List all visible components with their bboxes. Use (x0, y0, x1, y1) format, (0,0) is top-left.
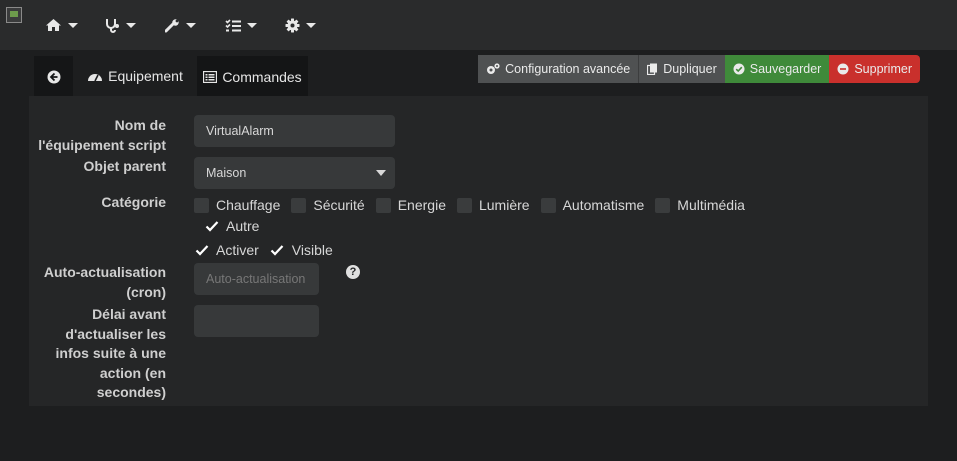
chevron-down-icon (247, 22, 257, 28)
duplicate-button[interactable]: Dupliquer (638, 55, 725, 83)
tab-equipement-label: Equipement (108, 68, 183, 84)
cron-label: Auto-actualisation (cron) (44, 263, 166, 302)
chevron-down-icon (306, 22, 316, 28)
save-button[interactable]: Sauvegarder (724, 55, 830, 83)
visible-checkbox[interactable] (270, 243, 285, 258)
chevron-down-icon (68, 22, 78, 28)
delay-label-line: d'actualiser les (65, 325, 166, 342)
equipment-page: Equipement Commandes Configuration avanc… (29, 53, 928, 406)
parent-label: Objet parent (84, 157, 166, 177)
cron-label-line: Auto-actualisation (43, 264, 166, 280)
category-checkbox-label: Chauffage (216, 197, 281, 213)
tasks-icon (225, 18, 241, 31)
chevron-down-icon (126, 22, 136, 28)
delay-label: Délai avant d'actualiser les infos suite… (56, 305, 166, 403)
wrench-icon (165, 18, 179, 32)
tab-commandes[interactable]: Commandes (197, 56, 308, 97)
category-item: Chauffage (194, 197, 280, 213)
category-checkbox-label: Sécurité (313, 197, 365, 213)
category-checkbox-label: Automatisme (562, 197, 645, 213)
category-item: Multimédia (655, 197, 745, 213)
activer-label: Activer (216, 242, 259, 258)
category-checkbox[interactable] (540, 197, 556, 213)
category-checkbox-row: Autre (204, 218, 270, 234)
list-alt-icon (203, 70, 218, 83)
nav-analysis-menu[interactable] (105, 14, 136, 36)
visible-label: Visible (291, 242, 333, 258)
nav-home-menu[interactable] (45, 14, 78, 36)
category-checkbox-label: Energie (397, 197, 446, 213)
tab-back[interactable] (34, 56, 73, 97)
duplicate-label: Dupliquer (663, 62, 717, 76)
question-circle-icon[interactable]: ? (346, 265, 360, 279)
category-checkbox[interactable] (194, 197, 209, 213)
parent-label-text: Objet parent (83, 158, 166, 174)
category-item: Automatisme (540, 197, 645, 213)
delay-label-line: action (en (99, 364, 166, 381)
check-icon (205, 221, 218, 232)
tab-commandes-label: Commandes (222, 68, 302, 85)
state-checkbox-row: Activer Visible (194, 242, 344, 258)
save-label: Sauvegarder (749, 62, 822, 76)
category-checkbox-label: Lumière (478, 197, 530, 213)
visible-item: Visible (270, 242, 333, 258)
activer-checkbox[interactable] (194, 243, 209, 258)
tab-equipement[interactable]: Equipement (73, 56, 197, 97)
category-checkbox-label: Multimédia (677, 197, 745, 213)
cron-input-placeholder: Auto-actualisation (206, 272, 306, 286)
name-label-line: l'équipement script (38, 136, 166, 153)
cogs-icon (487, 63, 500, 74)
parent-select-value: Maison (206, 166, 247, 180)
category-item: Energie (375, 197, 446, 213)
parent-select[interactable]: Maison (194, 157, 395, 189)
category-checkbox[interactable] (456, 197, 472, 213)
category-item: Autre (204, 218, 259, 234)
cron-input[interactable]: Auto-actualisation (194, 263, 319, 295)
action-button-group: Configuration avancée Dupliquer Sauvegar… (478, 55, 920, 83)
category-checkbox-label: Autre (226, 218, 260, 234)
delete-button[interactable]: Supprimer (829, 55, 920, 83)
check-icon (195, 245, 208, 256)
category-checkbox[interactable] (655, 197, 671, 213)
name-label: Nom de l'équipement script (38, 116, 166, 155)
name-label-line: Nom de (114, 117, 166, 133)
nav-tools-menu[interactable] (165, 14, 196, 36)
category-checkbox-row: Chauffage Sécurité Energie Lumière Autom… (194, 197, 756, 213)
name-input[interactable]: VirtualAlarm (194, 115, 395, 147)
stethoscope-icon (106, 18, 119, 33)
delay-label-line: infos suite à une (55, 345, 166, 361)
cron-label-line: (cron) (126, 283, 166, 300)
delete-label: Supprimer (854, 62, 912, 76)
tachometer-icon (88, 74, 103, 82)
category-checkbox[interactable] (204, 219, 219, 234)
top-navbar (0, 0, 957, 50)
category-checkbox[interactable] (291, 197, 307, 213)
chevron-down-icon (186, 22, 196, 28)
category-label-text: Catégorie (101, 194, 166, 210)
home-icon (46, 19, 61, 31)
delay-input[interactable] (194, 305, 319, 337)
nav-plugins-menu[interactable] (225, 14, 257, 36)
delay-label-line: secondes) (96, 384, 166, 400)
category-item: Sécurité (291, 197, 365, 213)
category-item: Lumière (456, 197, 530, 213)
equipment-form: Nom de l'équipement script VirtualAlarm … (29, 96, 928, 406)
check-icon (271, 245, 284, 256)
category-checkbox[interactable] (375, 197, 391, 213)
category-label: Catégorie (101, 193, 166, 213)
copy-icon (647, 63, 658, 75)
minus-circle-icon (837, 63, 849, 75)
activer-item: Activer (194, 242, 259, 258)
logo-image (6, 7, 22, 23)
advanced-config-button[interactable]: Configuration avancée (478, 55, 639, 83)
name-input-value: VirtualAlarm (206, 124, 274, 138)
chevron-down-icon (376, 170, 386, 176)
nav-settings-menu[interactable] (285, 14, 316, 36)
check-circle-icon (733, 63, 745, 75)
arrow-circle-left-icon (47, 70, 60, 83)
delay-label-line: Délai avant (92, 306, 166, 322)
advanced-config-label: Configuration avancée (505, 62, 631, 76)
gear-icon (285, 18, 300, 32)
